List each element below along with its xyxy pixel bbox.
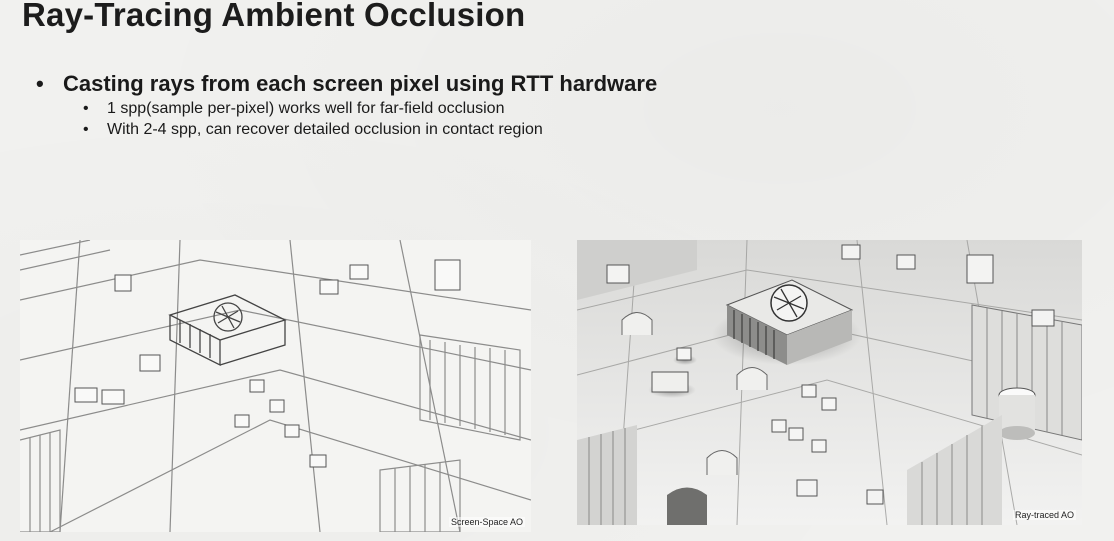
bullet-list: • Casting rays from each screen pixel us…	[36, 70, 936, 140]
bullet-dot-icon: •	[83, 100, 89, 117]
sub-bullet-text: 1 spp(sample per-pixel) works well for f…	[107, 100, 505, 117]
bullet-main-text: Casting rays from each screen pixel usin…	[63, 71, 658, 96]
screen-space-ao-caption: Screen-Space AO	[448, 517, 525, 527]
ray-traced-ao-caption: Ray-traced AO	[1012, 510, 1076, 520]
bullet-dot-icon: •	[36, 71, 44, 96]
bullet-main: • Casting rays from each screen pixel us…	[36, 70, 936, 98]
bullet-dot-icon: •	[83, 121, 89, 138]
slide-title: Ray-Tracing Ambient Occlusion	[22, 0, 526, 33]
sub-bullet: • With 2-4 spp, can recover detailed occ…	[36, 119, 936, 140]
ray-traced-ao-image: Ray-traced AO	[577, 240, 1082, 525]
sub-bullet: • 1 spp(sample per-pixel) works well for…	[36, 98, 936, 119]
screen-space-ao-image: Screen-Space AO	[20, 240, 531, 532]
rtao-render-illustration	[577, 240, 1082, 525]
sub-bullet-text: With 2-4 spp, can recover detailed occlu…	[107, 121, 543, 138]
ssao-render-illustration	[20, 240, 531, 532]
